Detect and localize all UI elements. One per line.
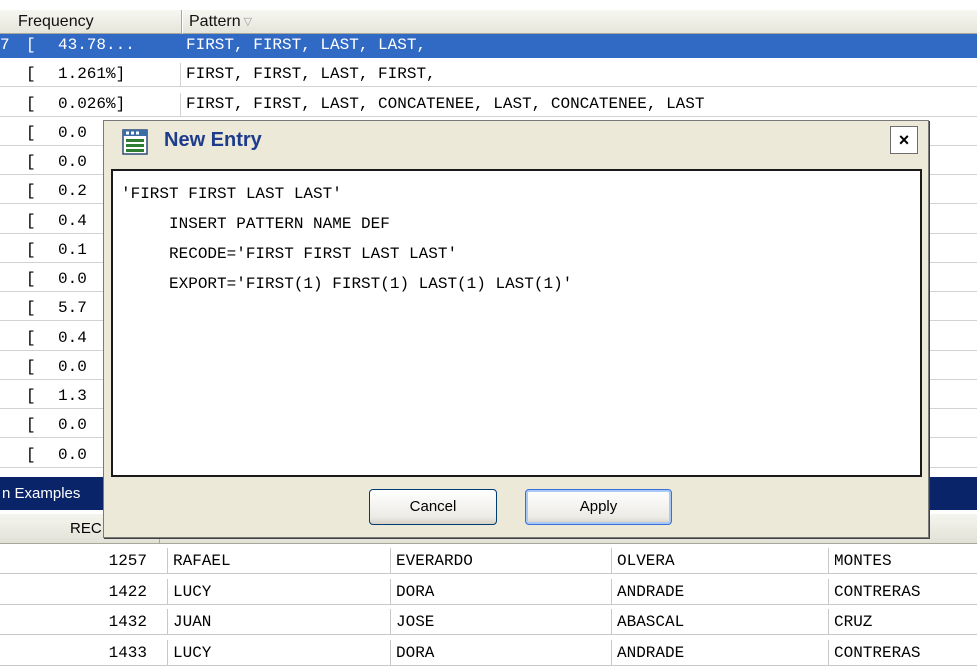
middle-name-cell: DORA	[391, 578, 612, 604]
bracket: [	[26, 36, 36, 54]
frequency-percent: 0.026%]	[58, 94, 126, 113]
frequency-cell: [1.261%]	[0, 63, 181, 87]
frequency-percent: 43.78...	[58, 36, 135, 54]
first-name-cell: LUCY	[168, 639, 391, 665]
frequency-percent: 1.3	[58, 387, 87, 405]
bracket: [	[26, 94, 36, 113]
bracket: [	[26, 357, 36, 376]
dialog-titlebar[interactable]: New Entry ×	[104, 121, 928, 169]
last-name-cell: ANDRADE	[612, 578, 829, 604]
example-row[interactable]: 1422 LUCY DORA ANDRADE CONTRERAS	[0, 578, 977, 605]
pattern-row[interactable]: [1.261%] FIRST, FIRST, LAST, FIRST,	[0, 63, 977, 88]
frequency-percent: 0.1	[58, 240, 87, 259]
second-last-name-cell: CONTRERAS	[834, 582, 921, 601]
middle-name-cell: DORA	[391, 639, 612, 665]
record-number-cell: 1422	[0, 578, 168, 604]
frequency-percent: 0.0	[58, 123, 87, 142]
bracket: [	[26, 153, 36, 171]
frequency-percent: 0.0	[58, 445, 87, 464]
first-name-cell: LUCY	[168, 578, 391, 604]
last-name-cell: ABASCAL	[612, 609, 829, 634]
bracket: [	[26, 182, 36, 201]
bracket: [	[26, 299, 36, 318]
frequency-percent: 0.4	[58, 211, 87, 230]
frequency-percent: 0.0	[58, 153, 87, 171]
frequency-cell: [0.026%]	[0, 92, 181, 116]
last-name-cell: OLVERA	[612, 548, 829, 573]
last-name-cell: ANDRADE	[612, 639, 829, 665]
middle-name-cell: JOSE	[391, 609, 612, 634]
window-app-icon	[122, 129, 148, 155]
bracket: [	[26, 211, 36, 230]
apply-button[interactable]: Apply	[525, 489, 672, 525]
first-name-cell: JUAN	[168, 609, 391, 634]
bracket: [	[26, 65, 36, 84]
frequency-cell: 7 [43.78...	[0, 34, 181, 57]
sort-indicator-icon[interactable]: ▽	[244, 10, 252, 34]
bracket: [	[26, 387, 36, 405]
record-number-cell: 1257	[0, 548, 168, 573]
bracket: [	[26, 416, 36, 435]
column-header-frequency-label: Frequency	[18, 13, 94, 30]
new-entry-dialog: New Entry × 'FIRST FIRST LAST LAST' INSE…	[103, 120, 929, 538]
bracket: [	[26, 123, 36, 142]
second-last-name-cell: CONTRERAS	[834, 643, 921, 662]
close-icon[interactable]: ×	[890, 126, 918, 154]
pattern-cell: FIRST, FIRST, LAST, LAST,	[186, 36, 427, 54]
middle-name-cell: EVERARDO	[391, 548, 612, 573]
example-row[interactable]: 1433 LUCY DORA ANDRADE CONTRERAS	[0, 639, 977, 666]
pattern-cell: FIRST, FIRST, LAST, CONCATENEE, LAST, CO…	[186, 94, 705, 113]
frequency-percent: 0.4	[58, 328, 87, 347]
second-last-name-cell: CRUZ	[834, 613, 873, 631]
frequency-percent: 5.7	[58, 299, 87, 318]
cancel-button[interactable]: Cancel	[369, 489, 497, 525]
pattern-row[interactable]: 7 [43.78... FIRST, FIRST, LAST, LAST,	[0, 34, 977, 58]
column-header-rec-label: REC	[70, 520, 102, 537]
entry-text-area[interactable]: 'FIRST FIRST LAST LAST' INSERT PATTERN N…	[111, 169, 922, 477]
example-row[interactable]: 1432 JUAN JOSE ABASCAL CRUZ	[0, 609, 977, 635]
dialog-title: New Entry	[164, 129, 262, 151]
bracket: [	[26, 240, 36, 259]
pattern-examples-title-label: n Examples	[2, 485, 81, 502]
frequency-percent: 0.0	[58, 416, 87, 435]
frequency-percent: 0.0	[58, 270, 87, 288]
column-header-frequency[interactable]: Frequency	[0, 10, 182, 34]
second-last-name-cell: MONTES	[834, 552, 892, 570]
bracket: [	[26, 270, 36, 288]
column-header-pattern-label: Pattern	[189, 13, 241, 30]
column-header-pattern[interactable]: Pattern ▽	[182, 10, 977, 34]
frequency-percent: 0.2	[58, 182, 87, 201]
bracket: [	[26, 445, 36, 464]
frequency-percent: 0.0	[58, 357, 87, 376]
record-number-cell: 1433	[0, 639, 168, 665]
first-name-cell: RAFAEL	[168, 548, 391, 573]
example-row[interactable]: 1257 RAFAEL EVERARDO OLVERA MONTES	[0, 548, 977, 574]
row-index: 7	[0, 36, 10, 54]
bracket: [	[26, 328, 36, 347]
pattern-cell: FIRST, FIRST, LAST, FIRST,	[186, 65, 436, 84]
record-number-cell: 1432	[0, 609, 168, 634]
frequency-percent: 1.261%]	[58, 65, 126, 84]
pattern-row[interactable]: [0.026%] FIRST, FIRST, LAST, CONCATENEE, …	[0, 92, 977, 117]
